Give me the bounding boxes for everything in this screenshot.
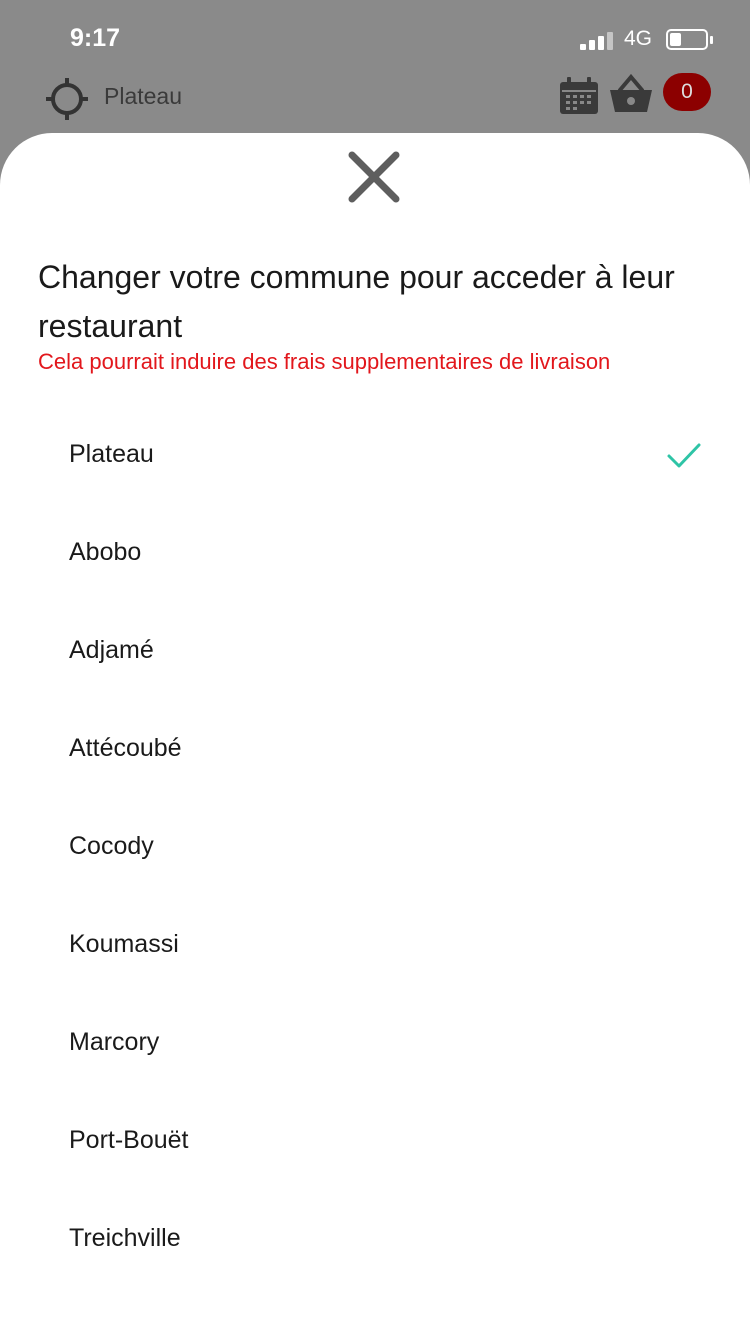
status-time: 9:17: [70, 24, 121, 52]
commune-item-cocody[interactable]: Cocody: [0, 799, 750, 897]
battery-cap: [710, 36, 713, 44]
commune-name: Adjamé: [69, 636, 154, 664]
commune-list: Plateau Abobo Adjamé Attécoubé Cocody Ko…: [0, 407, 750, 1289]
commune-item-koumassi[interactable]: Koumassi: [0, 897, 750, 995]
commune-name: Cocody: [69, 832, 154, 860]
top-bar: Plateau 0: [0, 70, 750, 130]
sheet-title: Changer votre commune pour acceder à leu…: [38, 259, 675, 344]
commune-name: Plateau: [69, 440, 154, 468]
close-icon[interactable]: [342, 151, 406, 203]
commune-name: Koumassi: [69, 930, 179, 958]
status-bar: 9:17 4G: [0, 0, 750, 80]
commune-sheet: Changer votre commune pour acceder à leu…: [0, 133, 750, 1334]
commune-item-plateau[interactable]: Plateau: [0, 407, 750, 505]
cart-count-badge[interactable]: 0: [663, 73, 711, 111]
location-label[interactable]: Plateau: [104, 83, 182, 110]
location-target-icon[interactable]: [44, 76, 90, 122]
basket-icon[interactable]: [608, 74, 654, 116]
network-label: 4G: [624, 27, 653, 50]
commune-item-port-bouet[interactable]: Port-Bouët: [0, 1093, 750, 1191]
sheet-warning: Cela pourrait induire des frais suppleme…: [38, 349, 611, 374]
screen: 9:17 4G Plateau 0 Changer votre commune …: [0, 0, 750, 1334]
commune-item-marcory[interactable]: Marcory: [0, 995, 750, 1093]
signal-icon: [580, 32, 616, 50]
calendar-icon[interactable]: [558, 76, 600, 116]
commune-item-attecoube[interactable]: Attécoubé: [0, 701, 750, 799]
commune-name: Treichville: [69, 1224, 181, 1252]
commune-name: Abobo: [69, 538, 142, 566]
battery-icon: [666, 29, 708, 50]
check-icon: [667, 443, 701, 468]
commune-item-abobo[interactable]: Abobo: [0, 505, 750, 603]
commune-name: Marcory: [69, 1028, 160, 1056]
commune-item-adjame[interactable]: Adjamé: [0, 603, 750, 701]
commune-name: Attécoubé: [69, 734, 182, 762]
commune-name: Port-Bouët: [69, 1126, 189, 1154]
commune-item-treichville[interactable]: Treichville: [0, 1191, 750, 1289]
